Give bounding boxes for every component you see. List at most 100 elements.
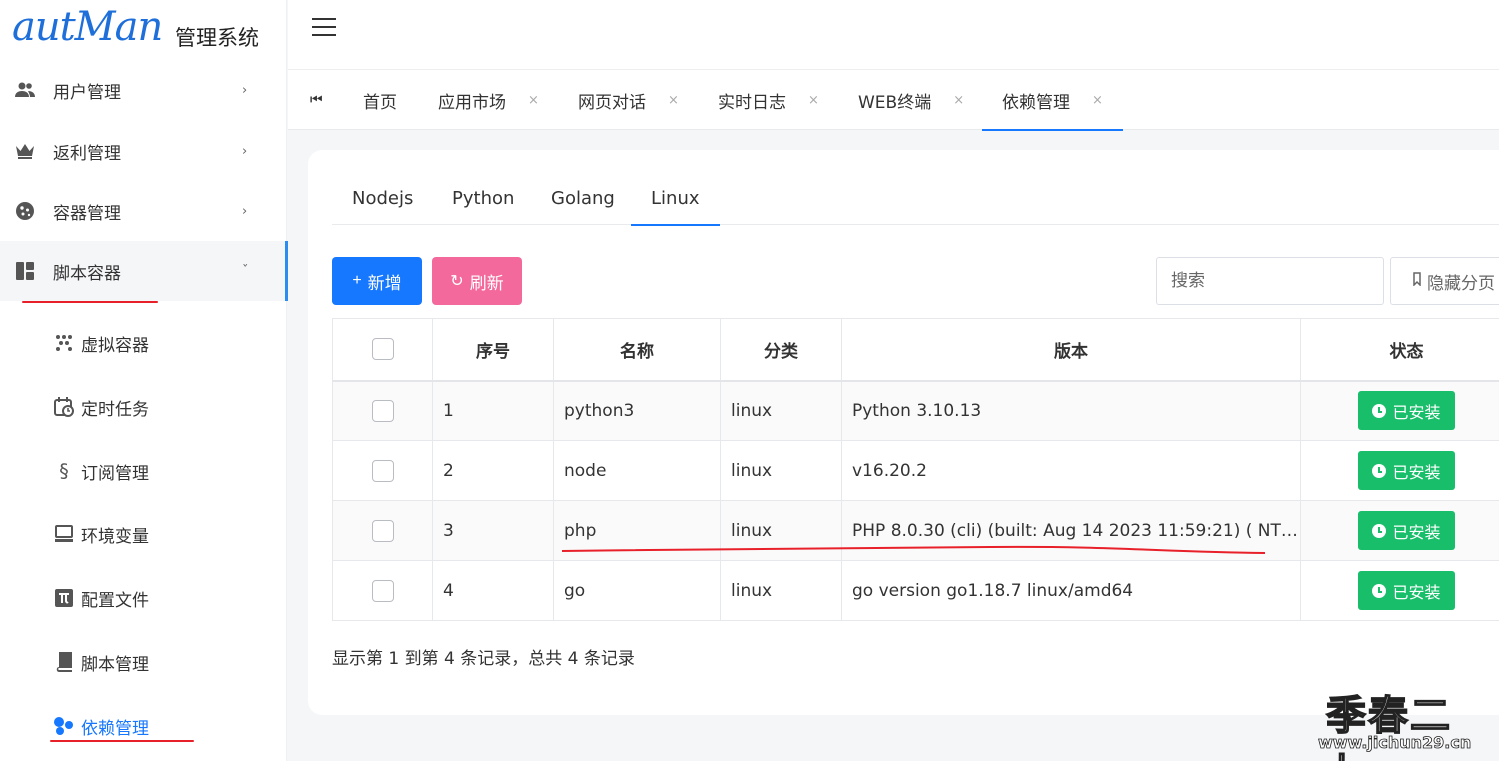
menu-toggle-icon[interactable] [312, 18, 338, 36]
users-icon [14, 79, 36, 101]
tab-label: 首页 [363, 92, 397, 113]
sidebar-item-rebate-management[interactable]: 返利管理 › [0, 121, 287, 181]
cell-status: 已安装 [1300, 380, 1499, 441]
subtab-python[interactable]: Python [452, 188, 514, 209]
table-row[interactable]: 1 python3 linux Python 3.10.13 已安装 [332, 380, 1499, 441]
subtab-nodejs[interactable]: Nodejs [352, 188, 413, 209]
clock-icon [1372, 403, 1387, 418]
sidebar-subitem-label: 环境变量 [81, 526, 149, 547]
sidebar-subitem-scheduled-tasks[interactable]: 定时任务 [0, 375, 287, 439]
sidebar-subitem-label: 脚本管理 [81, 654, 149, 675]
watermark-url: www.jichun29.cn [1318, 733, 1472, 753]
status-label: 已安装 [1392, 462, 1441, 482]
app-root: autMan 管理系统 用户管理 › 返利管理 › 容器管理 › 脚本容器 ˇ … [0, 0, 1499, 761]
tab-app-market[interactable]: 应用市场 × [438, 70, 539, 130]
sidebar-item-script-container[interactable]: 脚本容器 ˇ [0, 241, 288, 301]
table-row[interactable]: 2 node linux v16.20.2 已安装 [332, 440, 1499, 501]
table-row[interactable]: 4 go linux go version go1.18.7 linux/amd… [332, 560, 1499, 621]
sidebar-subitem-label: 虚拟容器 [81, 335, 149, 356]
toggle-pagination-label: 隐藏分页 [1427, 273, 1495, 294]
sidebar-subitem-dependency-management[interactable]: 依赖管理 [0, 694, 287, 758]
add-button[interactable]: + 新增 [332, 257, 422, 305]
sidebar-subitem-label: 依赖管理 [81, 718, 149, 739]
sidebar-subitem-label: 配置文件 [81, 590, 149, 611]
logo[interactable]: autMan [12, 4, 163, 50]
clock-icon [1372, 463, 1387, 478]
sidebar-subitem-virtual-container[interactable]: 虚拟容器 [0, 311, 287, 375]
row-checkbox[interactable] [371, 519, 394, 542]
book-icon [53, 651, 75, 673]
sidebar-subitem-script-management[interactable]: 脚本管理 [0, 630, 287, 694]
refresh-button[interactable]: ↻ 刷新 [432, 257, 522, 305]
cell-name: go [553, 560, 721, 621]
status-badge[interactable]: 已安装 [1358, 391, 1455, 431]
row-checkbox[interactable] [371, 579, 394, 602]
cell-index: 2 [432, 440, 554, 501]
column-header-name[interactable]: 名称 [553, 318, 721, 382]
refresh-button-label: 刷新 [469, 273, 504, 293]
sidebar-item-label: 用户管理 [53, 82, 121, 103]
subtab-golang[interactable]: Golang [551, 188, 615, 209]
tab-web-terminal[interactable]: WEB终端 × [858, 70, 964, 130]
column-header-index[interactable]: 序号 [432, 318, 554, 382]
sidebar-subitem-subscriptions[interactable]: § 订阅管理 [0, 439, 287, 503]
status-label: 已安装 [1392, 522, 1441, 542]
cell-version: go version go1.18.7 linux/amd64 [841, 560, 1301, 621]
row-checkbox[interactable] [371, 459, 394, 482]
tab-web-chat[interactable]: 网页对话 × [578, 70, 679, 130]
sidebar-item-user-management[interactable]: 用户管理 › [0, 60, 287, 120]
tab-realtime-log[interactable]: 实时日志 × [718, 70, 819, 130]
chevron-right-icon: › [242, 203, 248, 219]
row-select-cell [332, 500, 433, 561]
status-badge[interactable]: 已安装 [1358, 571, 1455, 610]
close-icon[interactable]: × [668, 93, 679, 108]
table-header-row: 序号 名称 分类 版本 状态 [332, 318, 1499, 382]
calendar-clock-icon [53, 396, 75, 418]
toggle-pagination-button[interactable]: 隐藏分页 [1390, 257, 1499, 305]
cell-status: 已安装 [1300, 440, 1499, 501]
column-header-version[interactable]: 版本 [841, 318, 1301, 382]
sidebar-subitem-env-variables[interactable]: 环境变量 [0, 502, 287, 566]
close-icon[interactable]: × [1092, 93, 1103, 108]
sidebar-subitem-config-files[interactable]: 配置文件 [0, 566, 287, 630]
status-badge[interactable]: 已安装 [1358, 511, 1455, 550]
crown-icon [14, 140, 36, 162]
subtab-linux[interactable]: Linux [631, 188, 719, 226]
sidebar-item-label: 容器管理 [53, 203, 121, 224]
close-icon[interactable]: × [528, 93, 539, 108]
column-header-status[interactable]: 状态 [1300, 318, 1499, 382]
annotation-underline [50, 740, 194, 742]
cell-index: 1 [432, 380, 554, 441]
search-input[interactable] [1156, 257, 1384, 305]
dependency-type-tabs: Nodejs Python Golang Linux [332, 178, 1499, 226]
tab-dependency-management[interactable]: 依赖管理 × [982, 70, 1123, 131]
column-header-category[interactable]: 分类 [720, 318, 842, 382]
tab-home[interactable]: 首页 [363, 70, 397, 130]
status-label: 已安装 [1392, 582, 1441, 602]
tabs-first-icon[interactable]: ⏮ [310, 92, 323, 108]
dependency-table: 序号 名称 分类 版本 状态 1 python3 linux Python 3.… [332, 318, 1499, 621]
cell-index: 3 [432, 500, 554, 561]
status-badge[interactable]: 已安装 [1358, 451, 1455, 490]
row-checkbox[interactable] [371, 399, 394, 422]
watermark: 季春二九 www.jichun29.cn [1308, 683, 1488, 761]
cell-category: linux [720, 380, 842, 441]
annotation-underline [561, 545, 1266, 554]
main-card: Nodejs Python Golang Linux + 新增 ↻ 刷新 隐藏分… [308, 150, 1499, 715]
cell-name: node [553, 440, 721, 501]
bookmark-icon [1411, 271, 1423, 291]
close-icon[interactable]: × [953, 93, 964, 108]
section-icon: § [59, 460, 69, 482]
sidebar-subitem-label: 订阅管理 [81, 463, 149, 484]
cell-category: linux [720, 560, 842, 621]
cell-version: Python 3.10.13 [841, 380, 1301, 441]
close-icon[interactable]: × [808, 93, 819, 108]
select-all-checkbox[interactable] [371, 338, 394, 361]
status-label: 已安装 [1392, 402, 1441, 422]
table-summary: 显示第 1 到第 4 条记录，总共 4 条记录 [332, 649, 635, 669]
tab-label: 应用市场 [438, 92, 506, 113]
clock-icon [1372, 583, 1387, 598]
cell-status: 已安装 [1300, 560, 1499, 621]
tab-label: 实时日志 [718, 92, 786, 113]
sidebar-item-container-management[interactable]: 容器管理 › [0, 181, 287, 241]
